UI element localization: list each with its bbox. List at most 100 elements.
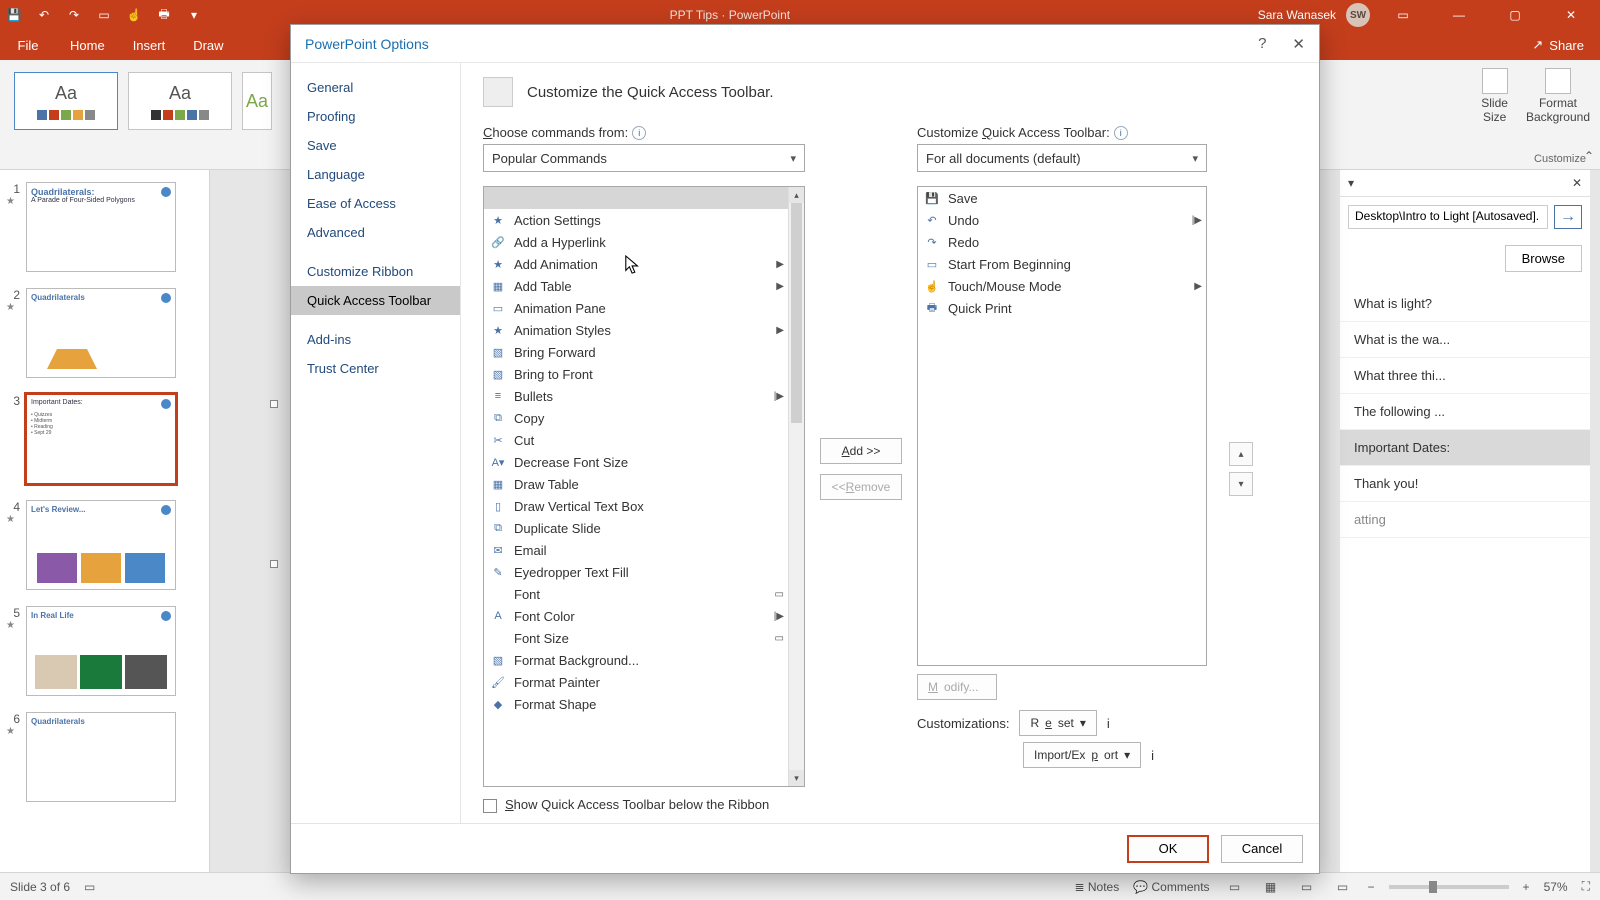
- command-item[interactable]: ▧Bring Forward: [484, 341, 788, 363]
- slide-thumbnail-4[interactable]: 4★ Let's Review...: [0, 496, 209, 602]
- modify-button[interactable]: Modify...: [917, 674, 997, 700]
- fit-to-window-icon[interactable]: ⛶: [1582, 879, 1590, 894]
- list-item[interactable]: The following ...: [1340, 394, 1590, 430]
- current-commands-listbox[interactable]: 💾Save↶Undo|▶↷Redo▭Start From Beginning☝T…: [917, 186, 1207, 666]
- list-item[interactable]: atting: [1340, 502, 1590, 538]
- format-background-button[interactable]: Format Background: [1526, 68, 1590, 124]
- current-command-item[interactable]: ☝Touch/Mouse Mode▶: [918, 275, 1206, 297]
- ribbon-display-icon[interactable]: ▭: [1380, 0, 1426, 30]
- import-export-button[interactable]: Import/Export ▾: [1023, 742, 1141, 768]
- tab-home[interactable]: Home: [56, 30, 119, 60]
- panel-close-icon[interactable]: ✕: [1572, 176, 1582, 190]
- command-item[interactable]: ▯Draw Vertical Text Box: [484, 495, 788, 517]
- minimize-icon[interactable]: —: [1436, 0, 1482, 30]
- command-item[interactable]: ▦Draw Table: [484, 473, 788, 495]
- command-item[interactable]: ≡Bullets|▶: [484, 385, 788, 407]
- theme-thumbnail[interactable]: Aa: [242, 72, 272, 130]
- notes-button[interactable]: ≣ Notes: [1074, 880, 1119, 894]
- command-item[interactable]: Font▭: [484, 583, 788, 605]
- tab-insert[interactable]: Insert: [119, 30, 180, 60]
- slide-indicator[interactable]: Slide 3 of 6: [10, 880, 70, 894]
- move-up-button[interactable]: ▴: [1229, 442, 1253, 466]
- current-command-item[interactable]: ↶Undo|▶: [918, 209, 1206, 231]
- close-icon[interactable]: ✕: [1548, 0, 1594, 30]
- collapse-ribbon-icon[interactable]: ⌃: [1584, 149, 1594, 163]
- info-icon[interactable]: i: [1151, 748, 1154, 763]
- theme-thumbnail[interactable]: Aa: [14, 72, 118, 130]
- nav-quick-access-toolbar[interactable]: Quick Access Toolbar: [291, 286, 460, 315]
- listbox-scrollbar[interactable]: ▴ ▾: [788, 187, 804, 786]
- slide-thumbnail-3[interactable]: 3 Important Dates:• Quizzes• Midterm• Re…: [0, 390, 209, 496]
- add-button[interactable]: Add >>: [820, 438, 902, 464]
- remove-button[interactable]: << Remove: [820, 474, 902, 500]
- cancel-button[interactable]: Cancel: [1221, 835, 1303, 863]
- move-down-button[interactable]: ▾: [1229, 472, 1253, 496]
- slide-sorter-icon[interactable]: ▦: [1260, 878, 1282, 896]
- touch-mode-icon[interactable]: ☝: [126, 7, 142, 23]
- command-item[interactable]: ★Animation Styles▶: [484, 319, 788, 341]
- slide-thumbnail-panel[interactable]: 1★ Quadrilaterals:A Parade of Four-Sided…: [0, 170, 210, 872]
- info-icon[interactable]: i: [632, 126, 646, 140]
- user-avatar[interactable]: SW: [1346, 3, 1370, 27]
- command-item[interactable]: ▧Format Background...: [484, 649, 788, 671]
- command-item[interactable]: 🖌Format Painter: [484, 671, 788, 693]
- go-arrow-icon[interactable]: →: [1554, 205, 1582, 229]
- nav-language[interactable]: Language: [291, 160, 460, 189]
- save-icon[interactable]: 💾: [6, 7, 22, 23]
- current-command-item[interactable]: ▭Start From Beginning: [918, 253, 1206, 275]
- command-item[interactable]: ▦Add Table▶: [484, 275, 788, 297]
- command-item[interactable]: ◆Format Shape: [484, 693, 788, 715]
- current-command-item[interactable]: 🖶Quick Print: [918, 297, 1206, 319]
- nav-save[interactable]: Save: [291, 131, 460, 160]
- theme-thumbnail[interactable]: Aa: [128, 72, 232, 130]
- quick-print-icon[interactable]: 🖶: [156, 7, 172, 23]
- redo-icon[interactable]: ↷: [66, 7, 82, 23]
- command-item[interactable]: ⧉Duplicate Slide: [484, 517, 788, 539]
- current-command-item[interactable]: 💾Save: [918, 187, 1206, 209]
- dialog-close-icon[interactable]: ✕: [1292, 35, 1305, 53]
- zoom-slider[interactable]: [1389, 885, 1509, 889]
- command-item[interactable]: 🔗Add a Hyperlink: [484, 231, 788, 253]
- nav-proofing[interactable]: Proofing: [291, 102, 460, 131]
- nav-advanced[interactable]: Advanced: [291, 218, 460, 247]
- nav-ease-of-access[interactable]: Ease of Access: [291, 189, 460, 218]
- command-item[interactable]: AFont Color|▶: [484, 605, 788, 627]
- qat-customize-chevron-icon[interactable]: ▾: [186, 7, 202, 23]
- comments-button[interactable]: 💬 Comments: [1133, 880, 1209, 894]
- start-from-beginning-icon[interactable]: ▭: [96, 7, 112, 23]
- command-item[interactable]: ✂Cut: [484, 429, 788, 451]
- command-item[interactable]: ★Action Settings: [484, 209, 788, 231]
- reading-view-icon[interactable]: ▭: [1296, 878, 1318, 896]
- available-commands-listbox[interactable]: ★Action Settings🔗Add a Hyperlink★Add Ani…: [483, 186, 805, 787]
- zoom-out-icon[interactable]: −: [1368, 880, 1375, 894]
- slide-size-button[interactable]: Slide Size: [1481, 68, 1508, 124]
- ok-button[interactable]: OK: [1127, 835, 1209, 863]
- command-item[interactable]: A▾Decrease Font Size: [484, 451, 788, 473]
- normal-view-icon[interactable]: ▭: [1224, 878, 1246, 896]
- zoom-level[interactable]: 57%: [1544, 880, 1568, 894]
- command-item[interactable]: ✉Email: [484, 539, 788, 561]
- slideshow-icon[interactable]: ▭: [1332, 878, 1354, 896]
- help-icon[interactable]: ?: [1258, 35, 1266, 53]
- command-item[interactable]: Font Size▭: [484, 627, 788, 649]
- command-item[interactable]: ✎Eyedropper Text Fill: [484, 561, 788, 583]
- list-item[interactable]: What is light?: [1340, 286, 1590, 322]
- slide-thumbnail-6[interactable]: 6★ Quadrilaterals: [0, 708, 209, 814]
- browse-button[interactable]: Browse: [1505, 245, 1582, 272]
- reuse-slide-list[interactable]: What is light? What is the wa... What th…: [1340, 280, 1590, 544]
- command-item[interactable]: [484, 187, 788, 209]
- nav-trust-center[interactable]: Trust Center: [291, 354, 460, 383]
- scroll-down-icon[interactable]: ▾: [789, 770, 804, 786]
- share-button[interactable]: ↗ Share: [1516, 30, 1600, 60]
- maximize-icon[interactable]: ▢: [1492, 0, 1538, 30]
- spellcheck-icon[interactable]: ▭: [84, 880, 95, 894]
- current-command-item[interactable]: ↷Redo: [918, 231, 1206, 253]
- command-item[interactable]: ★Add Animation▶: [484, 253, 788, 275]
- command-item[interactable]: ▧Bring to Front: [484, 363, 788, 385]
- list-item[interactable]: What is the wa...: [1340, 322, 1590, 358]
- list-item[interactable]: Thank you!: [1340, 466, 1590, 502]
- command-item[interactable]: ▭Animation Pane: [484, 297, 788, 319]
- reset-button[interactable]: Reset ▾: [1019, 710, 1096, 736]
- slide-thumbnail-2[interactable]: 2★ Quadrilaterals: [0, 284, 209, 390]
- choose-commands-combo[interactable]: Popular Commands: [483, 144, 805, 172]
